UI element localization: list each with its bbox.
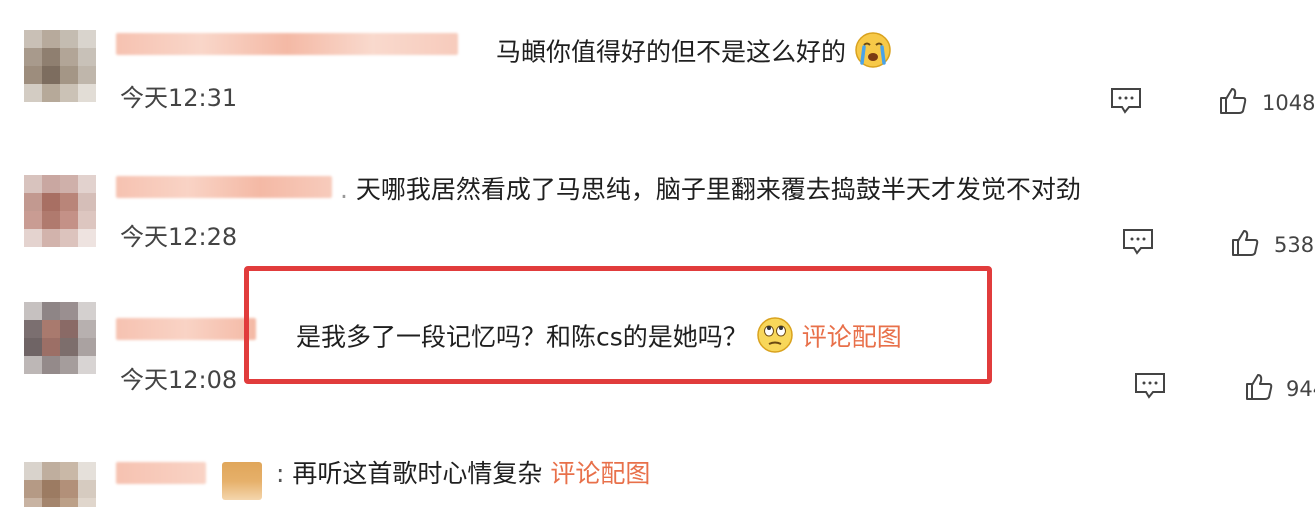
like-icon[interactable] bbox=[1230, 228, 1260, 262]
reply-icon[interactable] bbox=[1134, 372, 1166, 404]
like-icon[interactable] bbox=[1244, 372, 1274, 406]
comment-time: 今天12:31 bbox=[120, 84, 238, 112]
avatar[interactable] bbox=[24, 30, 96, 102]
crying-face-icon bbox=[854, 31, 892, 76]
comment-image-link[interactable]: 评论配图 bbox=[550, 459, 650, 488]
like-count: 1048 bbox=[1262, 91, 1315, 115]
comment-text-content: 天哪我居然看成了马思纯，脑子里翻来覆去捣鼓半天才发觉不对劲 bbox=[355, 175, 1081, 204]
like-count: 5383 bbox=[1274, 233, 1315, 257]
like-count: 944 bbox=[1286, 377, 1315, 401]
comment-image-link[interactable]: 评论配图 bbox=[802, 323, 902, 352]
comment-text: : 再听这首歌时心情复杂 评论配图 bbox=[276, 459, 651, 488]
comment-text-content: 是我多了一段记忆吗？和陈cs的是她吗？ bbox=[296, 322, 748, 352]
comment-text: . 天哪我居然看成了马思纯，脑子里翻来覆去捣鼓半天才发觉不对劲 bbox=[340, 175, 1081, 204]
username-redacted[interactable] bbox=[116, 318, 256, 340]
comment-text: 是我多了一段记忆吗？和陈cs的是她吗？ 评论配图 bbox=[296, 316, 902, 361]
reply-icon[interactable] bbox=[1110, 87, 1142, 119]
username-redacted[interactable] bbox=[116, 33, 458, 55]
avatar[interactable] bbox=[24, 175, 96, 247]
comment-text-content: 再听这首歌时心情复杂 bbox=[292, 459, 543, 488]
reply-icon[interactable] bbox=[1122, 228, 1154, 260]
comment-thumbnail[interactable] bbox=[222, 462, 262, 500]
eye-roll-face-icon bbox=[756, 316, 794, 361]
username-redacted[interactable] bbox=[116, 462, 206, 484]
avatar[interactable] bbox=[24, 462, 96, 507]
username-redacted[interactable] bbox=[116, 176, 332, 198]
avatar[interactable] bbox=[24, 302, 96, 374]
comment-text-content: 马頔你值得好的但不是这么好的 bbox=[496, 37, 847, 67]
like-icon[interactable] bbox=[1218, 86, 1248, 120]
comment-time: 今天12:28 bbox=[120, 223, 238, 251]
comment-time: 今天12:08 bbox=[120, 366, 238, 394]
comment-text: 马頔你值得好的但不是这么好的 bbox=[496, 31, 892, 76]
